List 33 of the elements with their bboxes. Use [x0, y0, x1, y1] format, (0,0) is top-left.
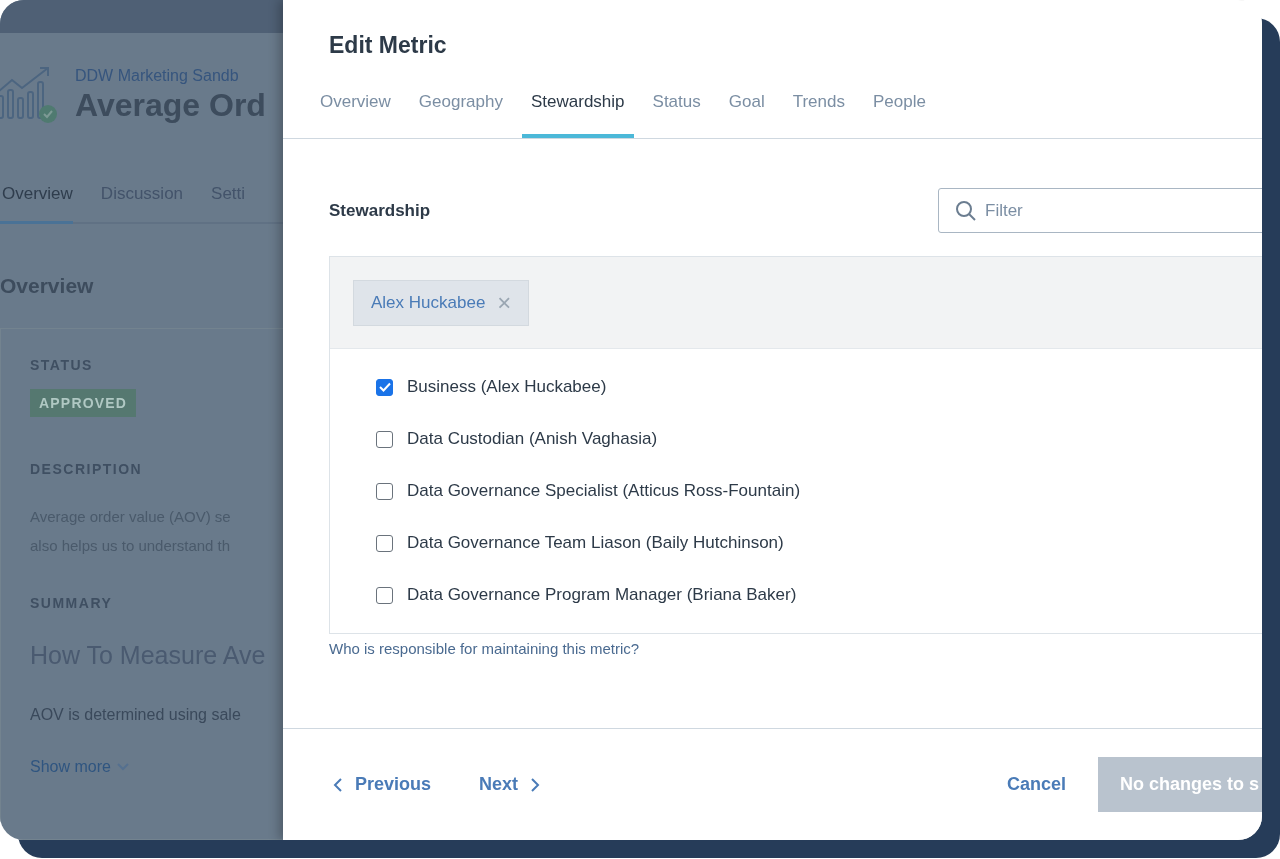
dialog-title: Edit Metric — [329, 32, 448, 59]
option-label: Data Governance Specialist (Atticus Ross-Fountain) — [407, 481, 801, 501]
filter-field[interactable]: Filter — [938, 188, 1262, 233]
previous-button[interactable]: Previous — [329, 770, 436, 799]
chevron-left-icon — [333, 777, 343, 792]
dialog-tab[interactable]: Status — [643, 92, 710, 138]
show-more-link[interactable]: Show more — [30, 758, 129, 776]
cancel-button[interactable]: Cancel — [1002, 770, 1070, 799]
page-tab[interactable]: Overview — [0, 184, 73, 224]
section-label: Stewardship — [329, 200, 431, 221]
checkbox[interactable] — [376, 586, 393, 604]
dialog-tab[interactable]: People — [863, 92, 935, 138]
option-label: Business (Alex Huckabee) — [407, 377, 607, 397]
checkbox[interactable] — [376, 534, 393, 552]
option-label: Data Governance Program Manager (Briana Baker) — [407, 585, 797, 605]
checkbox[interactable] — [376, 482, 393, 500]
dialog-tab[interactable]: Overview — [311, 92, 400, 138]
dialog-tab[interactable]: Geography — [409, 92, 512, 138]
chart-check-icon — [0, 66, 58, 124]
remove-button[interactable]: × — [497, 290, 512, 315]
dialog-tab[interactable]: Trends — [783, 92, 854, 138]
chip-label: Alex Huckabee — [371, 292, 486, 313]
next-button[interactable]: Next — [475, 770, 545, 799]
dialog-tab[interactable]: Goal — [719, 92, 774, 138]
checkbox[interactable] — [376, 430, 393, 448]
option-label: Data Governance Team Liason (Baily Hutchinson) — [407, 533, 784, 553]
status-badge: APPROVED — [30, 389, 137, 417]
chevron-right-icon — [530, 777, 541, 792]
help-text: Who is responsible for maintaining this metric? — [329, 640, 641, 657]
dialog-tab[interactable]: Stewardship — [522, 92, 634, 138]
checkbox[interactable] — [376, 378, 393, 396]
search-icon — [955, 199, 977, 222]
option-label: Data Custodian (Anish Vaghasia) — [407, 429, 658, 449]
